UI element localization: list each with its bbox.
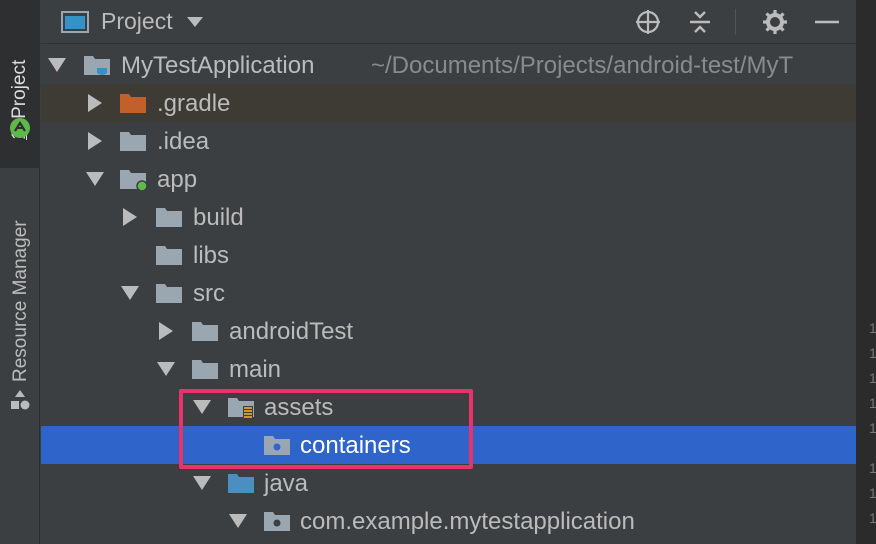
project-tree: MyTestApplication ~/Documents/Projects/a… bbox=[41, 44, 856, 544]
tree-label: java bbox=[264, 470, 309, 497]
minimize-icon bbox=[815, 20, 839, 24]
tree-label: com.example.mytestapplication bbox=[300, 508, 635, 535]
project-view-icon bbox=[61, 10, 89, 33]
tree-node-androidtest[interactable]: androidTest bbox=[41, 312, 856, 350]
android-icon bbox=[10, 118, 30, 138]
project-view-header: Project bbox=[41, 0, 856, 44]
tree-node-assets[interactable]: assets bbox=[41, 388, 856, 426]
line-number: 1 bbox=[869, 320, 876, 336]
chevron-down-icon[interactable] bbox=[186, 16, 203, 27]
source-folder-icon bbox=[228, 474, 254, 493]
resource-manager-icon bbox=[11, 390, 30, 410]
tree-node-app[interactable]: app bbox=[41, 160, 856, 198]
line-number: 1 bbox=[869, 485, 876, 501]
chevron-right-icon[interactable] bbox=[86, 94, 104, 112]
package-folder-icon bbox=[264, 436, 290, 455]
tree-node-build[interactable]: build bbox=[41, 198, 856, 236]
chevron-down-icon[interactable] bbox=[229, 512, 247, 530]
locate-button[interactable] bbox=[635, 9, 661, 35]
tool-window-strip: 1: Project Resource Manager bbox=[0, 0, 40, 544]
tree-node-src[interactable]: src bbox=[41, 274, 856, 312]
chevron-right-icon[interactable] bbox=[121, 208, 139, 226]
android-module-icon bbox=[120, 170, 147, 191]
gear-icon bbox=[763, 10, 787, 34]
tree-label: libs bbox=[193, 242, 230, 269]
chevron-down-icon[interactable] bbox=[86, 170, 104, 188]
tree-label: containers bbox=[300, 432, 411, 459]
tree-node-idea[interactable]: .idea bbox=[41, 122, 856, 160]
tree-label: androidTest bbox=[229, 318, 354, 345]
chevron-down-icon[interactable] bbox=[193, 398, 211, 416]
line-number: 1 bbox=[869, 370, 876, 386]
chevron-right-icon[interactable] bbox=[86, 132, 104, 150]
tree-label: assets bbox=[264, 394, 334, 421]
module-folder-icon bbox=[84, 56, 110, 75]
chevron-down-icon[interactable] bbox=[157, 360, 175, 378]
project-path: ~/Documents/Projects/android-test/MyT bbox=[371, 52, 794, 79]
line-number: 1 bbox=[869, 345, 876, 361]
toolbar-divider bbox=[735, 9, 736, 35]
locate-icon bbox=[636, 10, 660, 34]
tree-node-containers[interactable]: containers bbox=[41, 426, 856, 464]
package-folder-icon bbox=[264, 512, 290, 531]
collapse-all-icon bbox=[690, 11, 710, 33]
minimize-button[interactable] bbox=[814, 9, 840, 35]
chevron-right-icon[interactable] bbox=[157, 322, 175, 340]
line-number: 1 bbox=[869, 420, 876, 436]
tree-label: .idea bbox=[157, 128, 210, 155]
line-number: 1 bbox=[869, 510, 876, 526]
excluded-folder-icon bbox=[120, 94, 146, 113]
tree-node-java[interactable]: java bbox=[41, 464, 856, 502]
tree-label-root: MyTestApplication bbox=[121, 52, 315, 79]
settings-button[interactable] bbox=[762, 9, 788, 35]
chevron-down-icon[interactable] bbox=[48, 56, 66, 74]
folder-icon bbox=[156, 208, 182, 227]
resource-manager-tab[interactable]: Resource Manager bbox=[10, 220, 32, 382]
collapse-all-button[interactable] bbox=[687, 9, 713, 35]
tree-label: .gradle bbox=[157, 90, 231, 117]
line-number: 1 bbox=[869, 395, 876, 411]
tree-label: src bbox=[193, 280, 225, 307]
tree-label: main bbox=[229, 356, 282, 383]
tree-node-package[interactable]: com.example.mytestapplication bbox=[41, 502, 856, 540]
chevron-down-icon[interactable] bbox=[121, 284, 139, 302]
tree-label: app bbox=[157, 166, 198, 193]
chevron-down-icon[interactable] bbox=[193, 474, 211, 492]
folder-icon bbox=[120, 132, 146, 151]
view-title[interactable]: Project bbox=[101, 8, 173, 35]
tree-node-root[interactable]: MyTestApplication ~/Documents/Projects/a… bbox=[41, 46, 856, 84]
folder-icon bbox=[192, 360, 218, 379]
line-number: 1 bbox=[869, 460, 876, 476]
folder-icon bbox=[156, 246, 182, 265]
tree-node-gradle[interactable]: .gradle bbox=[41, 84, 856, 122]
tree-node-libs[interactable]: libs bbox=[41, 236, 856, 274]
folder-icon bbox=[156, 284, 182, 303]
project-tab-text: Project bbox=[9, 59, 30, 125]
resources-folder-icon bbox=[228, 398, 254, 418]
tree-node-main[interactable]: main bbox=[41, 350, 856, 388]
header-toolbar bbox=[609, 0, 856, 44]
tree-label: build bbox=[193, 204, 244, 231]
folder-icon bbox=[192, 322, 218, 341]
